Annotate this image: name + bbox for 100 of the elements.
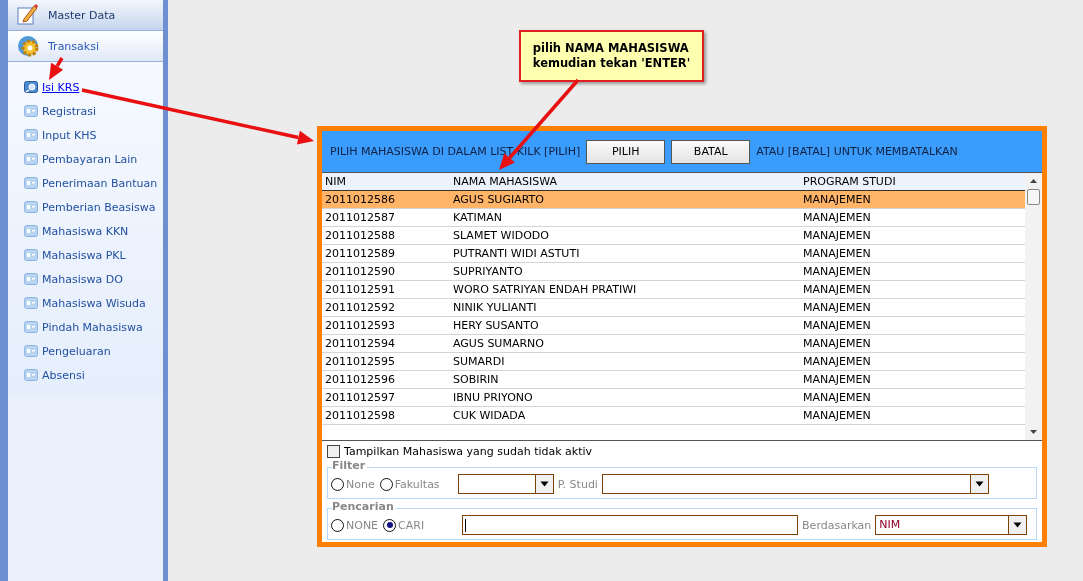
table-cell-text: 2011012589 bbox=[324, 247, 396, 260]
table-row[interactable]: 2011012593 HERY SUSANTO MANAJEMEN bbox=[322, 317, 1025, 335]
radio-button[interactable] bbox=[331, 518, 344, 532]
table-cell-text: KATIMAN bbox=[452, 211, 503, 224]
dropdown-value: NIM bbox=[878, 517, 902, 533]
table-row[interactable]: 2011012596 SOBIRIN MANAJEMEN bbox=[322, 371, 1025, 389]
group-header[interactable]: Transaksi bbox=[8, 31, 163, 62]
caret-icon bbox=[539, 481, 549, 487]
form-icon bbox=[24, 249, 38, 261]
menu-item[interactable]: Absensi bbox=[42, 368, 85, 382]
column-header[interactable]: PROGRAM STUDI bbox=[800, 175, 896, 188]
table-row[interactable]: 2011012589 PUTRANTI WIDI ASTUTI MANAJEMEN bbox=[322, 245, 1025, 263]
table-cell-text: IBNU PRIYONO bbox=[452, 391, 534, 404]
table-row[interactable]: 2011012598 CUK WIDADA MANAJEMEN bbox=[322, 407, 1025, 425]
menu-item[interactable]: Pengeluaran bbox=[42, 344, 111, 358]
table-cell-text: 2011012586 bbox=[324, 193, 396, 206]
table-cell-text: MANAJEMEN bbox=[802, 193, 871, 206]
caret-icon bbox=[1013, 522, 1023, 528]
table-cell-text: MANAJEMEN bbox=[802, 265, 871, 278]
menu-item[interactable]: Pemberian Beasiswa bbox=[42, 200, 156, 214]
table-row[interactable]: 2011012590 SUPRIYANTO MANAJEMEN bbox=[322, 263, 1025, 281]
column-header[interactable]: NAMA MAHASISWA bbox=[450, 175, 800, 188]
field-label: Berdasarkan bbox=[802, 518, 872, 532]
table-cell-text: AGUS SUGIARTO bbox=[452, 193, 545, 206]
menu-item[interactable]: Input KHS bbox=[42, 128, 97, 142]
menu-link[interactable]: Isi KRS bbox=[42, 80, 80, 94]
search-field[interactable] bbox=[462, 515, 799, 535]
scroll-up-icon bbox=[1029, 178, 1038, 184]
form-icon bbox=[24, 129, 38, 141]
table-cell-text: 2011012596 bbox=[324, 373, 396, 386]
table-cell-text: PUTRANTI WIDI ASTUTI bbox=[452, 247, 581, 260]
table-cell-text: SOBIRIN bbox=[452, 373, 500, 386]
field-label: P. Studi bbox=[557, 477, 598, 491]
table-cell-text: 2011012595 bbox=[324, 355, 396, 368]
table-cell-text: 2011012592 bbox=[324, 301, 396, 314]
menu-item[interactable]: Mahasiswa KKN bbox=[42, 224, 129, 238]
table-row[interactable]: 2011012591 WORO SATRIYAN ENDAH PRATIWI MANAJEMEN bbox=[322, 281, 1025, 299]
table-cell-text: SUPRIYANTO bbox=[452, 265, 524, 278]
table-cell-text: MANAJEMEN bbox=[802, 319, 871, 332]
table-cell-text: SUMARDI bbox=[452, 355, 506, 368]
menu-item[interactable]: Mahasiswa DO bbox=[42, 272, 123, 286]
table-row[interactable]: 2011012597 IBNU PRIYONO MANAJEMEN bbox=[322, 389, 1025, 407]
table-cell-text: MANAJEMEN bbox=[802, 355, 871, 368]
dialog-button[interactable]: BATAL bbox=[671, 139, 751, 164]
checkbox-label[interactable]: Tampilkan Mahasiswa yang sudah tidak aktiv bbox=[344, 445, 593, 458]
form-icon bbox=[24, 201, 38, 213]
radio-label[interactable]: None bbox=[346, 477, 375, 491]
pointer-arrow bbox=[49, 57, 64, 80]
table-row[interactable]: 2011012594 AGUS SUMARNO MANAJEMEN bbox=[322, 335, 1025, 353]
dropdown[interactable] bbox=[601, 474, 989, 494]
form-icon bbox=[24, 297, 38, 309]
table-cell-text: HERY SUSANTO bbox=[452, 319, 540, 332]
table-cell-text: 2011012594 bbox=[324, 337, 396, 350]
table-cell-text: MANAJEMEN bbox=[802, 283, 871, 296]
table-cell-text: 2011012597 bbox=[324, 391, 396, 404]
caret-icon bbox=[974, 481, 984, 487]
table-cell-text: 2011012588 bbox=[324, 229, 396, 242]
scroll-thumb[interactable] bbox=[1027, 189, 1040, 205]
form-icon bbox=[24, 177, 38, 189]
radio-button[interactable] bbox=[383, 518, 397, 532]
form-icon bbox=[24, 273, 38, 285]
menu-item[interactable]: Registrasi bbox=[42, 104, 97, 118]
table-row[interactable]: 2011012595 SUMARDI MANAJEMEN bbox=[322, 353, 1025, 371]
form-icon bbox=[24, 153, 38, 165]
table-cell-text: CUK WIDADA bbox=[452, 409, 527, 422]
table-row[interactable]: 2011012592 NINIK YULIANTI MANAJEMEN bbox=[322, 299, 1025, 317]
pencil-icon bbox=[16, 3, 40, 27]
table-cell-text: MANAJEMEN bbox=[802, 301, 871, 314]
table-cell-text: MANAJEMEN bbox=[802, 229, 871, 242]
form-icon bbox=[24, 345, 38, 357]
table-cell-text: 2011012593 bbox=[324, 319, 396, 332]
checkbox[interactable] bbox=[327, 445, 340, 458]
scroll-down-icon bbox=[1029, 429, 1038, 435]
menu-item[interactable]: Pindah Mahasiswa bbox=[42, 320, 143, 334]
radio-label[interactable]: NONE bbox=[346, 518, 379, 532]
table-cell-text: 2011012587 bbox=[324, 211, 396, 224]
dropdown[interactable]: NIM bbox=[875, 515, 1028, 535]
table-row[interactable]: 2011012587 KATIMAN MANAJEMEN bbox=[322, 209, 1025, 227]
table-cell-text: 2011012591 bbox=[324, 283, 396, 296]
radio-button[interactable] bbox=[331, 477, 344, 491]
table-row[interactable]: 2011012588 SLAMET WIDODO MANAJEMEN bbox=[322, 227, 1025, 245]
radio-label[interactable]: Fakultas bbox=[394, 477, 440, 491]
group-header[interactable]: Master Data bbox=[8, 0, 163, 31]
form-icon bbox=[24, 225, 38, 237]
instruction-text: ATAU [BATAL] UNTUK MEMBATALKAN bbox=[756, 145, 958, 158]
table-row[interactable]: 2011012586 AGUS SUGIARTO MANAJEMEN bbox=[322, 191, 1025, 209]
menu-item[interactable]: Mahasiswa PKL bbox=[42, 248, 126, 262]
menu-item[interactable]: Pembayaran Lain bbox=[42, 152, 138, 166]
table-cell-text: AGUS SUMARNO bbox=[452, 337, 545, 350]
scrollbar[interactable] bbox=[1025, 173, 1042, 440]
group-legend: Pencarian bbox=[332, 500, 396, 513]
menu-item[interactable]: Penerimaan Bantuan bbox=[42, 176, 158, 190]
table-cell-text: MANAJEMEN bbox=[802, 211, 871, 224]
table-cell-text: WORO SATRIYAN ENDAH PRATIWI bbox=[452, 283, 638, 296]
dialog-button[interactable]: PILIH bbox=[586, 139, 666, 164]
column-header[interactable]: NIM bbox=[322, 175, 450, 188]
dropdown[interactable] bbox=[457, 474, 554, 494]
radio-button[interactable] bbox=[379, 477, 393, 491]
radio-label[interactable]: CARI bbox=[398, 518, 425, 532]
menu-item[interactable]: Mahasiswa Wisuda bbox=[42, 296, 146, 310]
